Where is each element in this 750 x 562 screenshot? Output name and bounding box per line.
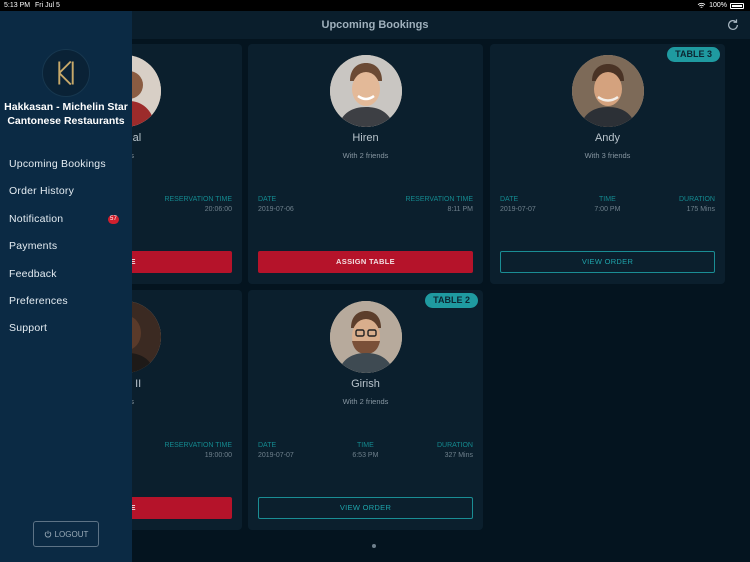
menu-item-upcoming-bookings[interactable]: Upcoming Bookings bbox=[0, 156, 132, 183]
guest-friends: With 2 friends bbox=[342, 151, 389, 160]
assign-table-button[interactable]: ASSIGN TABLE bbox=[258, 251, 473, 273]
table-badge: TABLE 3 bbox=[667, 47, 720, 62]
booking-details: DATE 2019-07-07 TIME 6:53 PM DURATION 32… bbox=[258, 442, 473, 459]
date-column: DATE 2019-07-07 bbox=[258, 442, 294, 459]
date-value: 2019-07-06 bbox=[258, 206, 294, 213]
date-label: DATE bbox=[258, 442, 277, 449]
guest-name: Hiren bbox=[352, 132, 379, 144]
battery-percent: 100% bbox=[709, 2, 727, 9]
duration-column: DURATION 175 Mins bbox=[679, 196, 715, 213]
duration-value: 327 Mins bbox=[444, 452, 473, 459]
duration-value: 175 Mins bbox=[686, 206, 715, 213]
menu-item-payments[interactable]: Payments bbox=[0, 238, 132, 265]
date-column: DATE 2019-07-06 bbox=[258, 196, 294, 213]
time-column: TIME 6:53 PM bbox=[352, 442, 378, 459]
duration-label: DURATION bbox=[436, 442, 473, 449]
menu-item-preferences[interactable]: Preferences bbox=[0, 293, 132, 320]
date-value: 2019-07-07 bbox=[258, 452, 294, 459]
drawer-menu: Upcoming Bookings Order History Notifica… bbox=[0, 156, 132, 348]
menu-item-feedback[interactable]: Feedback bbox=[0, 266, 132, 293]
time-label: TIME bbox=[357, 442, 374, 449]
table-badge: TABLE 2 bbox=[425, 293, 478, 308]
time-label: RESERVATION TIME bbox=[164, 442, 232, 449]
booking-card[interactable]: TABLE 3 Andy With 3 friends DATE 2019-07… bbox=[490, 44, 725, 284]
menu-item-label: Notification bbox=[9, 212, 64, 225]
time-column: TIME 7:00 PM bbox=[594, 196, 620, 213]
menu-item-support[interactable]: Support bbox=[0, 320, 132, 347]
time-value: 19:00:00 bbox=[204, 452, 232, 459]
menu-item-order-history[interactable]: Order History bbox=[0, 183, 132, 210]
hakkasan-logo bbox=[42, 49, 90, 97]
time-column: RESERVATION TIME 8:11 PM bbox=[405, 196, 473, 213]
time-value: 6:53 PM bbox=[352, 452, 379, 459]
booking-card[interactable]: TABLE 2 Girish With 2 friends DATE 2019-… bbox=[248, 290, 483, 530]
guest-friends: With 2 friends bbox=[342, 397, 389, 406]
menu-item-notification[interactable]: Notification 57 bbox=[0, 211, 132, 238]
status-time: 5:13 PM bbox=[4, 2, 31, 9]
time-column: RESERVATION TIME 20:06:00 bbox=[164, 196, 232, 213]
wifi-icon bbox=[697, 2, 706, 8]
status-right: 100% bbox=[697, 0, 744, 11]
notification-count-badge: 57 bbox=[108, 214, 119, 224]
date-column: DATE 2019-07-07 bbox=[500, 196, 536, 213]
side-drawer: Hakkasan - Michelin Star Cantonese Resta… bbox=[0, 11, 132, 562]
time-value: 8:11 PM bbox=[447, 206, 473, 213]
date-label: DATE bbox=[258, 196, 277, 203]
refresh-icon[interactable] bbox=[726, 18, 740, 32]
booking-details: DATE 2019-07-06 RESERVATION TIME 8:11 PM bbox=[258, 196, 473, 213]
guest-avatar bbox=[329, 301, 402, 373]
booking-details: DATE 2019-07-07 TIME 7:00 PM DURATION 17… bbox=[500, 196, 715, 213]
logout-label: LOGOUT bbox=[54, 529, 89, 539]
guest-name: Girish bbox=[351, 378, 380, 390]
date-label: DATE bbox=[500, 196, 519, 203]
status-date: Fri Jul 5 bbox=[35, 2, 60, 9]
duration-column: DURATION 327 Mins bbox=[437, 442, 473, 459]
date-value: 2019-07-07 bbox=[500, 206, 536, 213]
battery-icon bbox=[730, 2, 744, 9]
guest-avatar bbox=[329, 55, 402, 127]
guest-avatar bbox=[571, 55, 644, 127]
power-icon bbox=[44, 530, 51, 538]
time-label: TIME bbox=[599, 196, 616, 203]
duration-label: DURATION bbox=[678, 196, 715, 203]
time-column: RESERVATION TIME 19:00:00 bbox=[164, 442, 232, 459]
guest-name: Andy bbox=[594, 132, 621, 144]
status-bar: 5:13 PM Fri Jul 5 100% bbox=[0, 0, 750, 11]
booking-card[interactable]: Hiren With 2 friends DATE 2019-07-06 RES… bbox=[248, 44, 483, 284]
page-indicator[interactable] bbox=[372, 544, 376, 548]
view-order-button[interactable]: VIEW ORDER bbox=[258, 497, 473, 519]
time-value: 20:06:00 bbox=[204, 206, 232, 213]
time-label: RESERVATION TIME bbox=[405, 196, 473, 203]
restaurant-name: Hakkasan - Michelin Star Cantonese Resta… bbox=[4, 101, 128, 127]
guest-friends: With 3 friends bbox=[584, 151, 631, 160]
time-value: 7:00 PM bbox=[594, 206, 621, 213]
time-label: RESERVATION TIME bbox=[164, 196, 232, 203]
logout-button[interactable]: LOGOUT bbox=[33, 521, 99, 547]
view-order-button[interactable]: VIEW ORDER bbox=[500, 251, 715, 273]
